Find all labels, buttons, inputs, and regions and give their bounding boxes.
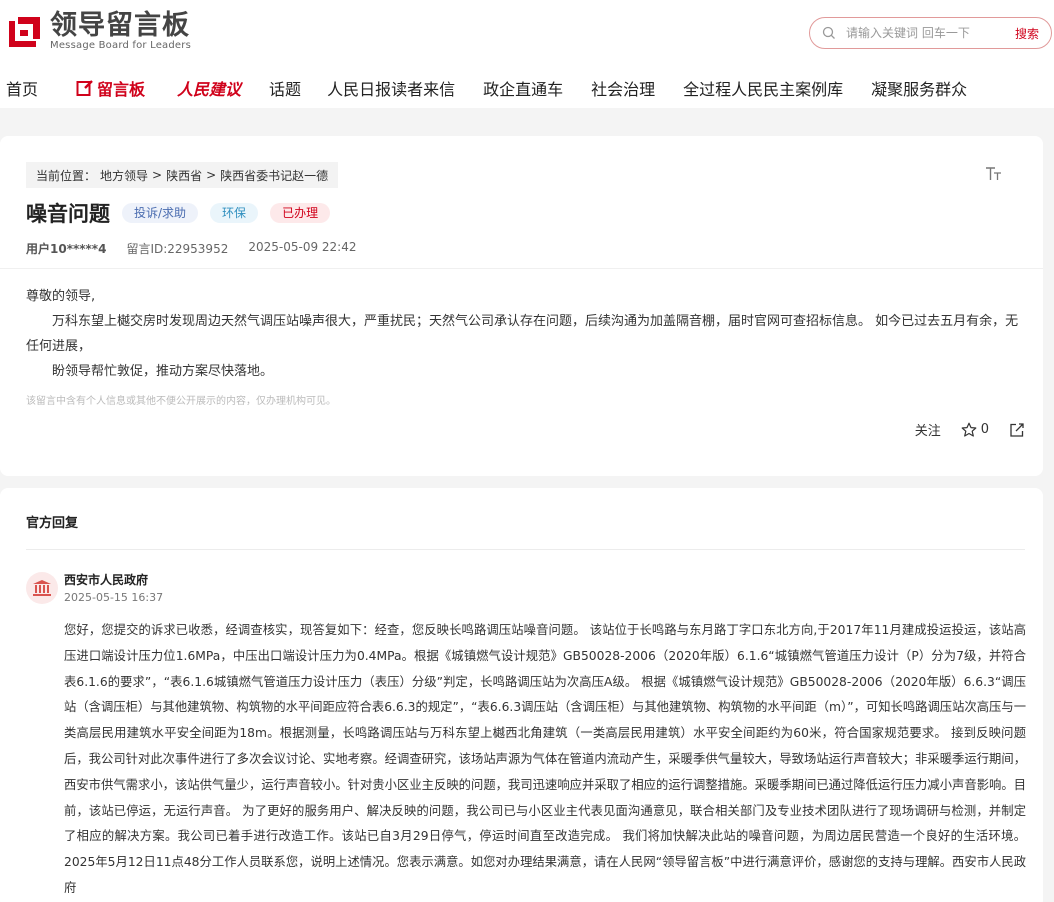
search-icon[interactable] (822, 26, 836, 40)
message-closing: 盼领导帮忙敦促，推动方案尽快落地。 (52, 364, 274, 379)
nav-democracy-cases[interactable]: 全过程人民民主案例库 (683, 76, 843, 100)
message-time: 2025-05-09 22:42 (248, 240, 357, 254)
logo-mark-icon (6, 13, 44, 51)
share-icon (1010, 422, 1024, 437)
nav-topics[interactable]: 话题 (269, 76, 301, 100)
title-row: 噪音问题 投诉/求助 环保 已办理 (26, 198, 342, 228)
like-count: 0 (980, 422, 989, 437)
nav-social-governance-label: 社会治理 (591, 80, 656, 99)
share-button[interactable] (1009, 422, 1025, 438)
search-button[interactable]: 搜索 (1015, 25, 1039, 42)
nav-democracy-cases-label: 全过程人民民主案例库 (683, 80, 844, 99)
nav-message-board-label: 留言板 (97, 80, 146, 99)
message-id: 留言ID:22953952 (126, 242, 229, 256)
message-greeting: 尊敬的领导, (26, 289, 96, 304)
top-header: 领导留言板 Message Board for Leaders 搜索 首页 留言… (0, 0, 1054, 108)
official-reply-card: 官方回复 西安市人民政府 2025-05-15 16:37 您好，您提交的诉求已… (0, 488, 1043, 902)
avatar (26, 572, 58, 604)
breadcrumb-separator: > (152, 168, 163, 182)
reply-heading: 官方回复 (26, 516, 79, 531)
privacy-notice: 该留言中含有个人信息或其他不便公开展示的内容，仅办理机构可见。 (26, 396, 336, 407)
search-input[interactable] (846, 26, 1006, 40)
site-logo[interactable]: 领导留言板 Message Board for Leaders (6, 12, 191, 52)
message-user: 用户10*****4 (26, 242, 107, 256)
breadcrumb-item-shaanxi[interactable]: 陕西省 (166, 167, 202, 184)
breadcrumb-item-secretary[interactable]: 陕西省委书记赵一德 (220, 167, 328, 184)
breadcrumb-separator: > (206, 168, 217, 182)
message-body: 万科东望上樾交房时发现周边天然气调压站噪声很大，严重扰民；天然气公司承认存在问题… (26, 314, 1019, 354)
nav-serve-masses-label: 凝聚服务群众 (871, 80, 968, 99)
logo-subtitle: Message Board for Leaders (50, 40, 192, 51)
status-badge: 已办理 (270, 203, 331, 223)
divider (26, 549, 1025, 550)
search-box: 搜索 (809, 17, 1052, 49)
breadcrumb: 当前位置： 地方领导 > 陕西省 > 陕西省委书记赵一德 (26, 162, 339, 188)
main-nav: 首页 留言板 人民建议 话题 人民日报读者来信 政企直通车 社会治理 全过程人民… (0, 74, 967, 102)
reply-content: 您好，您提交的诉求已收悉，经调查核实，现答复如下：经查，您反映长鸣路调压站噪音问… (64, 623, 1026, 895)
message-card: 当前位置： 地方领导 > 陕西省 > 陕西省委书记赵一德 噪音问题 投诉/求助 … (0, 136, 1043, 476)
tag-complaint: 投诉/求助 (122, 203, 199, 223)
edit-icon (76, 80, 93, 96)
breadcrumb-item-local-leaders[interactable]: 地方领导 (100, 167, 148, 184)
nav-message-board[interactable]: 留言板 (76, 76, 145, 100)
message-meta: 用户10*****4 留言ID:22953952 2025-05-09 22:4… (26, 240, 356, 257)
breadcrumb-prefix: 当前位置： (36, 168, 97, 183)
follow-button[interactable]: 关注 (915, 420, 941, 439)
nav-readers-letters-label: 人民日报读者来信 (327, 80, 456, 99)
nav-home[interactable]: 首页 (6, 76, 38, 100)
reply-time: 2025-05-15 16:37 (64, 591, 164, 604)
nav-gov-enterprise[interactable]: 政企直通车 (483, 76, 563, 100)
like-button[interactable]: 0 (961, 422, 989, 438)
nav-gov-enterprise-label: 政企直通车 (483, 80, 564, 99)
message-title: 噪音问题 (26, 202, 110, 226)
nav-home-label: 首页 (6, 80, 39, 99)
font-size-icon[interactable] (985, 166, 1003, 186)
government-building-icon (33, 580, 51, 596)
nav-people-suggestion[interactable]: 人民建议 (177, 76, 241, 100)
nav-social-governance[interactable]: 社会治理 (591, 76, 655, 100)
nav-topics-label: 话题 (269, 80, 302, 99)
nav-serve-masses[interactable]: 凝聚服务群众 (871, 76, 967, 100)
logo-title: 领导留言板 (50, 10, 190, 41)
nav-people-suggestion-label: 人民建议 (177, 80, 242, 99)
tag-environment: 环保 (210, 203, 259, 223)
reply-org: 西安市人民政府 (64, 573, 149, 587)
star-icon (961, 422, 977, 437)
divider (0, 268, 1043, 269)
message-actions: 关注 0 (915, 420, 1025, 439)
message-content: 尊敬的领导, 万科东望上樾交房时发现周边天然气调压站噪声很大，严重扰民；天然气公… (26, 284, 1026, 384)
nav-readers-letters[interactable]: 人民日报读者来信 (327, 76, 455, 100)
